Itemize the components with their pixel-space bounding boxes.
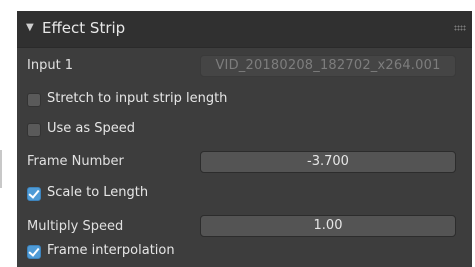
input1-field: VID_20180208_182702_x264.001 xyxy=(200,55,456,77)
multiply-speed-label: Multiply Speed xyxy=(27,219,124,234)
stretch-label: Stretch to input strip length xyxy=(47,91,228,106)
panel-title: Effect Strip xyxy=(42,19,126,37)
drag-grip-icon[interactable] xyxy=(454,25,466,31)
frame-number-label: Frame Number xyxy=(27,154,124,169)
left-edge-marker xyxy=(0,150,2,188)
scale-to-length-checkbox[interactable] xyxy=(27,187,41,201)
frame-interpolation-checkbox[interactable] xyxy=(27,245,41,259)
multiply-speed-field[interactable]: 1.00 xyxy=(200,215,456,237)
frame-interpolation-label: Frame interpolation xyxy=(47,243,175,258)
stretch-checkbox[interactable] xyxy=(27,93,41,107)
use-as-speed-label: Use as Speed xyxy=(47,121,136,136)
use-as-speed-checkbox[interactable] xyxy=(27,123,41,137)
frame-number-field[interactable]: -3.700 xyxy=(200,151,456,173)
input1-label: Input 1 xyxy=(27,58,74,73)
panel-header[interactable]: ▼ Effect Strip xyxy=(17,11,472,48)
scale-to-length-label: Scale to Length xyxy=(47,185,149,200)
triangle-down-icon[interactable]: ▼ xyxy=(26,22,34,33)
effect-strip-panel: ▼ Effect Strip Input 1 VID_20180208_1827… xyxy=(17,11,472,267)
